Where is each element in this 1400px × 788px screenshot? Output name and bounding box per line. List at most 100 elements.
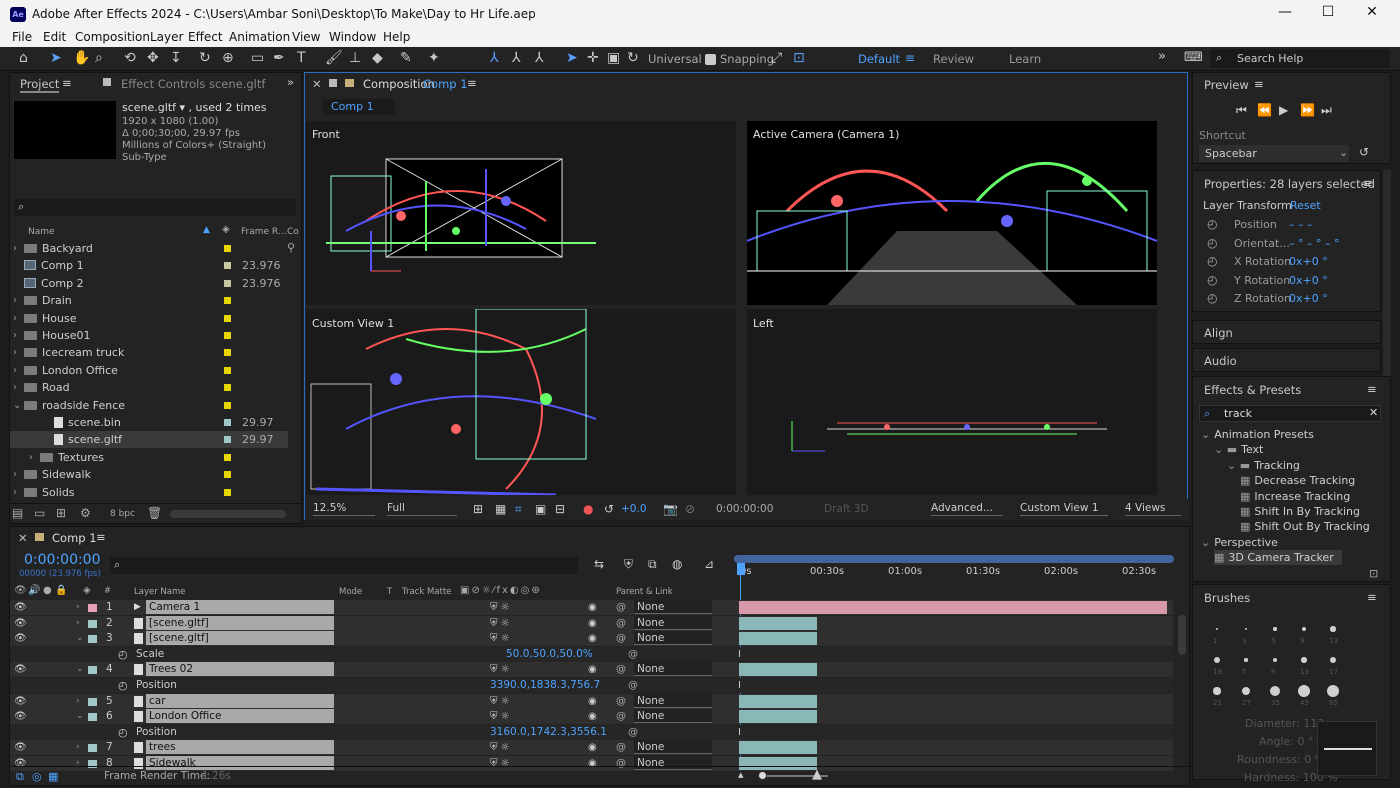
label-color-swatch[interactable] (224, 401, 231, 409)
current-time-display[interactable]: 0:00:00:00 (716, 503, 773, 515)
property-row[interactable]: ◴ Scale 50.0,50.0,50.0% @ I (10, 646, 1173, 662)
adjust-settings-icon[interactable]: ⚙ (80, 506, 91, 520)
layer-switches[interactable]: ⛨ ☼ (490, 600, 510, 615)
transform-property-value[interactable]: 0x+0 ° (1289, 255, 1328, 268)
layer-label-swatch[interactable] (88, 697, 97, 706)
brush-tip[interactable] (1215, 627, 1219, 631)
chevron-right-icon[interactable]: › (13, 240, 17, 257)
label-color-swatch[interactable] (224, 471, 231, 479)
layer-name[interactable]: car (146, 693, 334, 708)
next-frame-icon[interactable]: ⏩ (1300, 103, 1315, 117)
rotation-tool-icon[interactable]: ↻ (199, 50, 211, 66)
effect-category[interactable]: ⌄ Perspective (1201, 535, 1278, 550)
brush-tool-icon[interactable]: 🖌 (325, 50, 343, 66)
menu-help[interactable]: Help (383, 30, 410, 44)
layer-switches[interactable]: ⛨ ☼ (490, 740, 510, 755)
transform-property-value[interactable]: 0x+0 ° (1289, 292, 1328, 305)
workspace-menu-icon[interactable]: ≡ (905, 51, 915, 65)
layer-switches[interactable]: ⛨ ☼ (490, 709, 510, 724)
label-color-swatch[interactable] (224, 332, 231, 339)
pick-whip-icon[interactable]: @ (616, 616, 626, 631)
comp-tab-menu-icon[interactable]: ≡ (467, 76, 477, 90)
snap-options-icon[interactable]: ⤢ (771, 50, 782, 66)
world-axis-icon[interactable]: ⅄ (512, 50, 521, 66)
roto-brush-icon[interactable]: ✎ (400, 50, 412, 66)
project-item[interactable]: Comp 2 23.976 (10, 275, 288, 292)
expression-pick-whip-icon[interactable]: @ (628, 647, 638, 662)
menu-view[interactable]: View (292, 30, 320, 44)
sort-ascending-icon[interactable]: ▲ (203, 225, 210, 235)
parent-dropdown[interactable]: None (634, 740, 712, 755)
pan-behind-icon[interactable]: ⊕ (222, 50, 234, 66)
snapping-checkbox[interactable] (705, 54, 716, 65)
col-t-header[interactable]: T (387, 587, 392, 597)
selection-tool-icon[interactable]: ➤ (50, 50, 62, 66)
chevron-right-icon[interactable]: › (13, 484, 17, 501)
clear-search-icon[interactable]: ✕ (1369, 406, 1378, 419)
chevron-down-icon[interactable]: ⌄ (76, 709, 84, 724)
close-button[interactable]: ✕ (1352, 4, 1392, 24)
property-value[interactable]: 3390.0,1838.3,756.7 (490, 678, 600, 693)
front-viewport[interactable]: Front (306, 121, 736, 305)
layer-switches[interactable]: ⛨ ☼ (490, 662, 510, 677)
pick-whip-icon[interactable]: @ (616, 600, 626, 615)
brush-tip[interactable] (1298, 685, 1310, 697)
time-ruler[interactable]: 0s 00:30s 01:00s 01:30s 02:00s 02:30s (734, 565, 1174, 579)
fast-previews-icon[interactable]: ⊞ (473, 502, 483, 516)
stopwatch-icon[interactable]: ◴ (1207, 254, 1217, 268)
effect-preset-item[interactable]: ▦ Shift Out By Tracking (1240, 519, 1370, 534)
new-folder-icon[interactable]: ▭ (34, 506, 45, 520)
local-axis-icon[interactable]: ⅄ (490, 50, 499, 66)
custom-viewport[interactable]: Custom View 1 (306, 309, 736, 495)
menu-composition[interactable]: Composition (75, 30, 150, 44)
effect-preset-item[interactable]: ▦ Increase Tracking (1240, 489, 1350, 504)
transfer-controls-icon[interactable]: ◎ (32, 770, 42, 783)
effect-preset-item[interactable]: ▦ Decrease Tracking (1240, 473, 1355, 488)
project-item[interactable]: › London Office (10, 362, 288, 379)
graph-editor-icon[interactable]: ⊿ (704, 557, 714, 571)
audio-icon[interactable]: 🔊 (28, 585, 40, 596)
renderer-dropdown[interactable]: Advanced... (931, 502, 1003, 516)
mask-visibility-icon[interactable]: ⌗ (515, 502, 522, 517)
project-item[interactable]: scene.bin 29.97 (10, 414, 288, 431)
motion-blur-icon[interactable]: ◍ (672, 557, 682, 571)
reset-exposure-icon[interactable]: ↺ (604, 502, 614, 516)
3d-layer-icon[interactable]: ◉ (588, 600, 597, 615)
visibility-eye-icon[interactable]: 👁 (14, 631, 27, 646)
transparency-grid-icon[interactable]: ▦ (495, 502, 506, 516)
chevron-right-icon[interactable]: › (76, 694, 80, 709)
layer-row[interactable]: 👁 › 7 trees ⛨ ☼ ◉ @ None (10, 740, 1173, 756)
resolution-dropdown[interactable]: Full (387, 502, 457, 516)
current-time[interactable]: 0:00:00:00 (24, 552, 101, 568)
layer-name[interactable]: Trees 02 (146, 662, 334, 677)
label-color-swatch[interactable] (224, 419, 231, 426)
guides-icon[interactable]: ⊟ (555, 502, 565, 516)
pen-tool-icon[interactable]: ✒ (273, 50, 285, 66)
project-search-input[interactable]: ⌕ (14, 199, 296, 216)
exposure-value[interactable]: +0.0 (621, 503, 647, 515)
pick-whip-icon[interactable]: @ (616, 709, 626, 724)
view-dropdown[interactable]: Custom View 1 (1020, 502, 1108, 516)
col-parent-header[interactable]: Parent & Link (616, 587, 673, 597)
clone-stamp-icon[interactable]: ⊥ (349, 50, 361, 66)
pick-whip-icon[interactable]: @ (616, 662, 626, 677)
panel-overflow-icon[interactable]: » (287, 75, 294, 89)
project-tab-menu-icon[interactable]: ≡ (62, 76, 72, 90)
layer-switches-icon[interactable]: ⧉ (16, 770, 24, 784)
label-tag-icon[interactable]: ◈ (83, 585, 91, 596)
layer-switches[interactable]: ⛨ ☼ (490, 694, 510, 709)
comp-flowchart-icon[interactable]: ⇆ (594, 557, 604, 571)
align-title[interactable]: Align (1204, 326, 1233, 340)
parent-dropdown[interactable]: None (634, 662, 712, 677)
puppet-tool-icon[interactable]: ✦ (428, 50, 440, 66)
layer-duration-bar[interactable] (739, 663, 817, 677)
audio-title[interactable]: Audio (1204, 354, 1237, 368)
video-visibility-icon[interactable]: 👁 (14, 585, 27, 596)
hand-tool-icon[interactable]: ✋ (73, 50, 90, 66)
label-color-swatch[interactable] (224, 262, 231, 270)
layer-label-swatch[interactable] (88, 744, 97, 753)
project-item[interactable]: › Backyard (10, 240, 288, 257)
new-preset-icon[interactable]: ⊡ (1369, 567, 1378, 580)
minimize-button[interactable]: — (1265, 4, 1305, 24)
menu-edit[interactable]: Edit (43, 30, 66, 44)
